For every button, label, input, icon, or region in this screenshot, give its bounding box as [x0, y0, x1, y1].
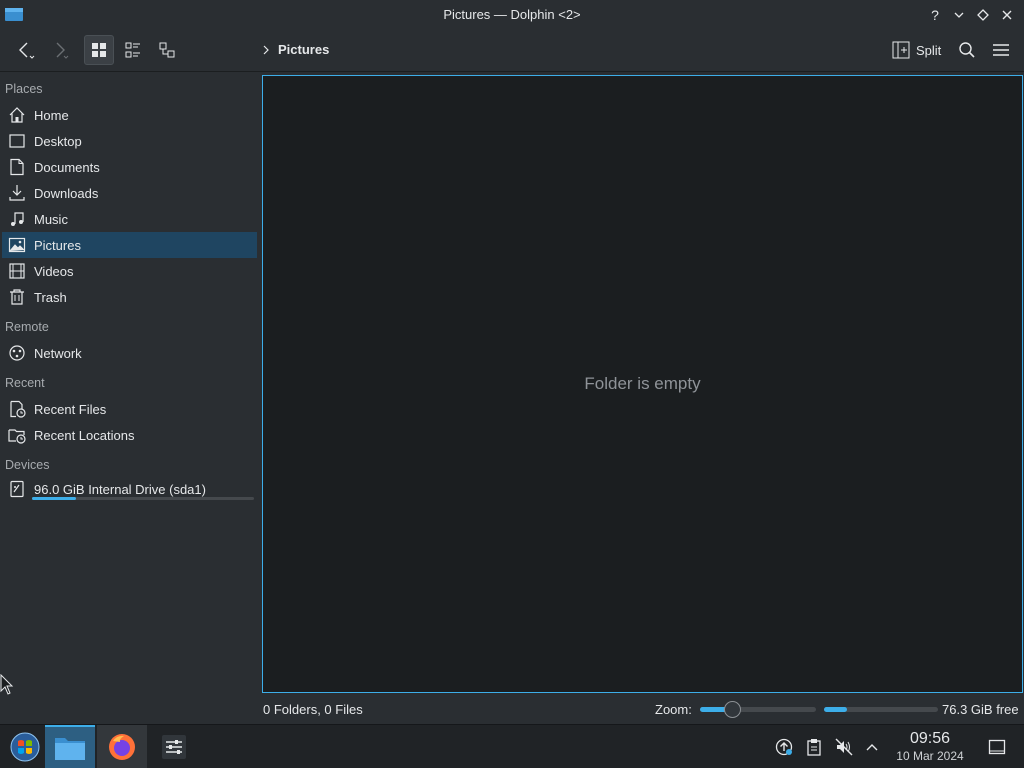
forward-button[interactable]: [44, 35, 74, 65]
section-title-places: Places: [5, 82, 43, 96]
file-view[interactable]: Folder is empty: [262, 75, 1023, 693]
sidebar-item-label: Network: [34, 345, 82, 361]
sidebar-item-trash[interactable]: Trash: [2, 284, 257, 310]
zoom-label: Zoom:: [655, 702, 692, 717]
downloads-icon: [9, 185, 25, 201]
back-button[interactable]: [10, 35, 40, 65]
breadcrumb-pictures[interactable]: Pictures: [278, 42, 329, 57]
empty-folder-message: Folder is empty: [584, 374, 701, 393]
update-tray-icon[interactable]: [774, 737, 794, 757]
places-panel: Places Home Desktop Documents Downloads …: [0, 73, 260, 723]
close-icon[interactable]: [996, 4, 1018, 26]
title-bar: Pictures — Dolphin <2> ?: [0, 0, 1024, 30]
mouse-cursor-icon: [0, 673, 14, 699]
taskbar-dolphin[interactable]: [45, 725, 95, 768]
clock-time[interactable]: 09:56: [890, 730, 970, 748]
documents-icon: [10, 158, 24, 176]
back-arrow-icon: [19, 42, 35, 59]
icons-view-button[interactable]: [84, 35, 114, 65]
settings-sliders-icon: [162, 735, 186, 759]
chevron-right-icon: [263, 45, 269, 54]
network-icon: [9, 345, 25, 361]
sidebar-item-label: Desktop: [34, 133, 82, 149]
split-label: Split: [916, 42, 942, 58]
sidebar-item-recent-locations[interactable]: Recent Locations: [2, 422, 257, 448]
hamburger-menu-button[interactable]: [986, 35, 1016, 65]
sidebar-item-label: Recent Locations: [34, 427, 135, 443]
sidebar-item-downloads[interactable]: Downloads: [2, 180, 257, 206]
taskbar-firefox[interactable]: [97, 725, 147, 768]
folder-icon: [55, 738, 85, 760]
zoom-slider[interactable]: [700, 701, 816, 718]
sidebar-item-label: Trash: [34, 289, 67, 305]
toolbar: Pictures Split: [0, 30, 1024, 72]
window-title: Pictures — Dolphin <2>: [443, 7, 581, 22]
start-menu-icon: [10, 732, 40, 762]
home-icon: [9, 107, 25, 123]
zoom-slider-handle[interactable]: [724, 701, 742, 718]
taskbar-system-settings[interactable]: [149, 725, 199, 768]
split-button[interactable]: Split: [888, 35, 945, 65]
sidebar-item-label: Home: [34, 107, 69, 123]
free-space-bar[interactable]: [824, 707, 938, 712]
icons-view-icon: [92, 43, 106, 57]
sidebar-item-label: Documents: [34, 159, 100, 175]
details-view-button[interactable]: [152, 35, 182, 65]
videos-icon: [9, 263, 25, 279]
start-menu-button[interactable]: [0, 725, 50, 768]
music-icon: [11, 212, 24, 226]
drive-usage-fill: [32, 497, 77, 500]
sidebar-item-label: 96.0 GiB Internal Drive (sda1): [34, 481, 206, 497]
sidebar-item-videos[interactable]: Videos: [2, 258, 257, 284]
clock-date[interactable]: 10 Mar 2024: [890, 749, 970, 763]
compact-view-icon: [125, 42, 140, 58]
firefox-icon: [109, 734, 135, 760]
status-bar: 0 Folders, 0 Files Zoom: 76.3 GiB free: [0, 696, 1024, 722]
desktop-icon: [9, 134, 25, 148]
recent-files-icon: [10, 400, 26, 418]
sidebar-item-network[interactable]: Network: [2, 340, 257, 366]
sidebar-item-pictures[interactable]: Pictures: [2, 232, 257, 258]
maximize-icon[interactable]: [972, 4, 994, 26]
sidebar-item-label: Recent Files: [34, 401, 107, 417]
pictures-icon: [8, 237, 26, 253]
free-space-label: 76.3 GiB free: [942, 702, 1019, 717]
compact-view-button[interactable]: [118, 35, 148, 65]
section-title-remote: Remote: [5, 320, 49, 334]
search-button[interactable]: [952, 35, 982, 65]
sidebar-item-label: Pictures: [34, 237, 81, 253]
hamburger-menu-icon: [993, 44, 1009, 56]
section-title-recent: Recent: [5, 376, 45, 390]
sidebar-item-label: Music: [34, 211, 68, 227]
sidebar-item-label: Videos: [34, 263, 74, 279]
sidebar-item-home[interactable]: Home: [2, 102, 257, 128]
minimize-icon[interactable]: [948, 4, 970, 26]
split-view-icon: [892, 41, 910, 59]
drive-usage-bar: [32, 497, 254, 500]
section-title-devices: Devices: [5, 458, 50, 472]
breadcrumb[interactable]: Pictures: [262, 42, 329, 57]
sidebar-item-recent-files[interactable]: Recent Files: [2, 396, 257, 422]
chevron-up-icon[interactable]: [862, 737, 882, 757]
sidebar-item-desktop[interactable]: Desktop: [2, 128, 257, 154]
folder-summary: 0 Folders, 0 Files: [263, 702, 363, 717]
drive-icon: [10, 480, 24, 498]
free-space-fill: [824, 707, 847, 712]
recent-locations-icon: [8, 429, 26, 444]
search-icon: [959, 42, 975, 58]
forward-arrow-icon: [56, 42, 69, 59]
sidebar-item-music[interactable]: Music: [2, 206, 257, 232]
taskbar: 09:56 10 Mar 2024: [0, 724, 1024, 768]
show-desktop-icon[interactable]: [987, 737, 1007, 757]
volume-muted-tray-icon[interactable]: [834, 737, 854, 757]
sidebar-item-label: Downloads: [34, 185, 99, 201]
clipboard-tray-icon[interactable]: [804, 737, 824, 757]
trash-icon: [10, 289, 24, 305]
details-view-icon: [159, 42, 175, 58]
sidebar-item-documents[interactable]: Documents: [2, 154, 257, 180]
help-icon[interactable]: ?: [924, 4, 946, 26]
